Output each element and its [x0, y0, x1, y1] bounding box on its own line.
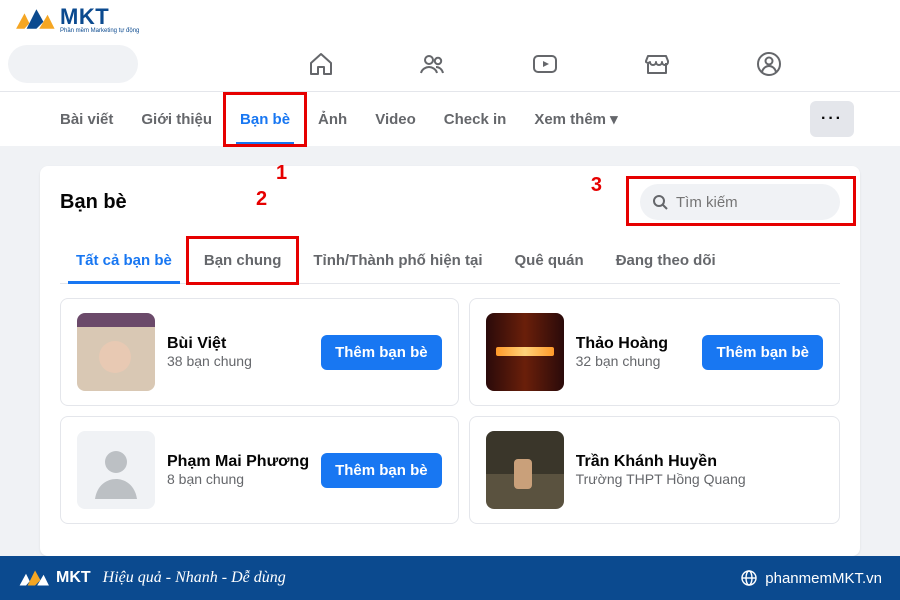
tab-videos[interactable]: Video: [361, 95, 430, 144]
more-menu-button[interactable]: ···: [810, 101, 854, 137]
home-icon[interactable]: [307, 50, 335, 78]
friend-name[interactable]: Trần Khánh Huyền: [576, 453, 823, 471]
avatar[interactable]: [486, 313, 564, 391]
bottom-tagline: Hiệu quả - Nhanh - Dễ dùng: [103, 569, 286, 587]
avatar-placeholder-icon: [87, 441, 145, 499]
brand-name: MKT: [60, 4, 109, 29]
friend-name[interactable]: Thảo Hoàng: [576, 335, 691, 353]
subtab-following[interactable]: Đang theo dõi: [600, 238, 732, 283]
navbar-search[interactable]: [8, 45, 138, 83]
add-friend-button[interactable]: Thêm bạn bè: [321, 453, 442, 488]
avatar[interactable]: [77, 313, 155, 391]
friend-card: Trần Khánh Huyền Trường THPT Hồng Quang: [469, 416, 840, 524]
callout-2-label: 2: [256, 188, 267, 211]
tab-checkin[interactable]: Check in: [430, 95, 521, 144]
subtab-city[interactable]: Tỉnh/Thành phố hiện tại: [297, 238, 498, 283]
tab-more[interactable]: Xem thêm ▾: [520, 94, 631, 144]
friend-card: Bùi Việt 38 bạn chung Thêm bạn bè: [60, 298, 459, 406]
logo-icon: [14, 5, 56, 33]
friends-search-wrap: [640, 184, 840, 220]
friend-sub: Trường THPT Hồng Quang: [576, 471, 823, 487]
friends-title: Bạn bè: [60, 191, 127, 214]
tab-photos[interactable]: Ảnh: [304, 95, 361, 144]
logo-icon: [18, 566, 50, 590]
friend-sub: 38 bạn chung: [167, 353, 309, 369]
friend-name[interactable]: Phạm Mai Phương: [167, 453, 309, 471]
friends-search-input[interactable]: [640, 184, 840, 220]
friends-icon[interactable]: [419, 50, 447, 78]
watch-icon[interactable]: [531, 50, 559, 78]
globe-icon: [741, 570, 757, 586]
facebook-navbar: [0, 36, 900, 92]
brand-sub: Phần mềm Marketing tự động: [60, 28, 139, 34]
add-friend-button[interactable]: Thêm bạn bè: [702, 335, 823, 370]
bottombar: MKT Hiệu quả - Nhanh - Dễ dùng phanmemMK…: [0, 556, 900, 600]
search-icon: [652, 194, 668, 215]
friend-sub: 8 bạn chung: [167, 471, 309, 487]
tab-posts[interactable]: Bài viết: [46, 95, 127, 144]
friend-card: Thảo Hoàng 32 bạn chung Thêm bạn bè: [469, 298, 840, 406]
friends-subtabs: Tất cả bạn bè Bạn chung Tỉnh/Thành phố h…: [60, 228, 840, 284]
bottom-url[interactable]: phanmemMKT.vn: [765, 570, 882, 587]
friend-name[interactable]: Bùi Việt: [167, 335, 309, 353]
top-logo-bar: MKT Phần mềm Marketing tự động: [0, 0, 900, 36]
add-friend-button[interactable]: Thêm bạn bè: [321, 335, 442, 370]
friends-card: Bạn bè 2 3 Tất cả bạn bè Bạn chung Tỉnh/…: [40, 166, 860, 556]
friends-grid: Bùi Việt 38 bạn chung Thêm bạn bè Thảo H…: [60, 284, 840, 524]
brand-logo: MKT Phần mềm Marketing tự động: [14, 4, 139, 34]
bottom-logo: MKT: [18, 566, 91, 590]
groups-icon[interactable]: [755, 50, 783, 78]
friend-sub: 32 bạn chung: [576, 353, 691, 369]
avatar[interactable]: [77, 431, 155, 509]
bottom-brand-name: MKT: [56, 569, 91, 587]
tab-friends[interactable]: Bạn bè: [226, 95, 304, 144]
marketplace-icon[interactable]: [643, 50, 671, 78]
subtab-all[interactable]: Tất cả bạn bè: [60, 238, 188, 283]
subtab-mutual[interactable]: Bạn chung: [188, 238, 298, 283]
subtab-hometown[interactable]: Quê quán: [499, 238, 600, 283]
callout-3-label: 3: [591, 174, 602, 197]
profile-tab-bar: Bài viết Giới thiệu Bạn bè Ảnh Video Che…: [0, 92, 900, 146]
callout-1-label: 1: [276, 162, 287, 185]
friend-card: Phạm Mai Phương 8 bạn chung Thêm bạn bè: [60, 416, 459, 524]
tab-about[interactable]: Giới thiệu: [127, 95, 226, 144]
avatar[interactable]: [486, 431, 564, 509]
